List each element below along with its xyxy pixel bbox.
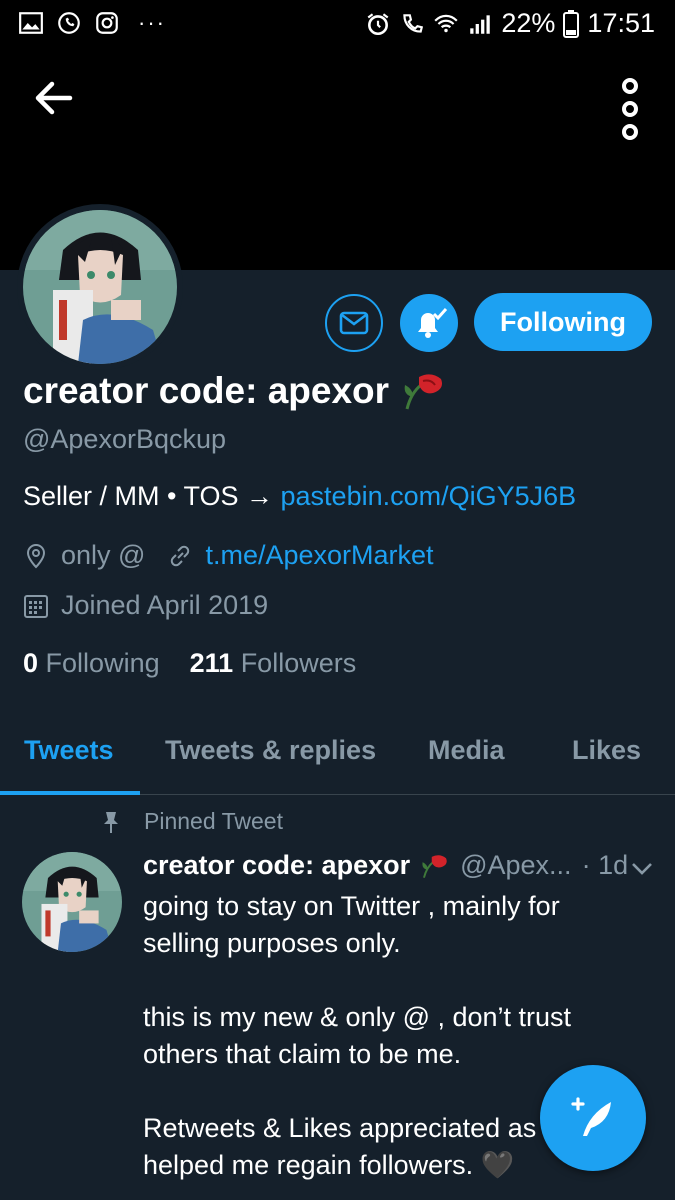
tweet-author-handle[interactable]: @Apex... xyxy=(460,850,571,881)
profile-tabs: Tweets Tweets & replies Media Likes xyxy=(0,705,675,795)
avatar-image xyxy=(23,210,177,364)
status-bar: ··· 22% 17:51 xyxy=(0,0,675,50)
pinned-text: Pinned Tweet xyxy=(144,808,283,834)
followers-label: Followers xyxy=(240,648,357,678)
compose-tweet-button[interactable] xyxy=(540,1065,646,1171)
signal-icon xyxy=(470,14,491,34)
tab-likes[interactable]: Likes xyxy=(572,735,641,766)
wilted-rose-icon xyxy=(404,374,443,410)
profile-joined: Joined April 2019 xyxy=(23,590,268,621)
tweet-body: going to stay on Twitter , mainly for se… xyxy=(143,888,613,1184)
bio-text: Seller / MM • TOS → xyxy=(23,481,281,511)
pin-icon xyxy=(104,811,118,833)
tweet-author-name[interactable]: creator code: apexor xyxy=(143,850,410,881)
followers-count-link[interactable]: 211 Followers xyxy=(190,648,357,679)
following-label: Following xyxy=(45,648,160,678)
back-arrow-icon[interactable] xyxy=(30,76,80,120)
location-pin-icon xyxy=(26,543,46,568)
profile-meta-location-website: only @ t.me/ApexorMarket xyxy=(23,540,434,571)
compose-feather-icon xyxy=(571,1097,611,1136)
following-count: 0 xyxy=(23,648,39,678)
tab-tweets[interactable]: Tweets xyxy=(24,735,114,766)
tweet-line: going to stay on Twitter , mainly for se… xyxy=(143,891,560,958)
gallery-icon xyxy=(19,12,43,34)
link-icon xyxy=(171,545,190,566)
profile-avatar[interactable] xyxy=(17,204,183,370)
tweet-header: creator code: apexor @Apex... · 1d xyxy=(143,850,663,881)
notifications-button[interactable] xyxy=(400,294,458,352)
tweet-line: helped me regain followers. 🖤 xyxy=(143,1150,515,1180)
instagram-icon xyxy=(96,12,118,34)
more-notifications-icon: ··· xyxy=(138,10,166,35)
follow-counts: 0 Following 211 Followers xyxy=(23,648,356,679)
profile-bio: Seller / MM • TOS → pastebin.com/QiGY5J6… xyxy=(23,481,576,512)
tweet-line: this is my new & only @ , don’t trust ot… xyxy=(143,1002,572,1069)
wifi-icon xyxy=(434,14,458,32)
calendar-icon xyxy=(24,594,48,618)
profile-location: only @ xyxy=(61,540,146,570)
whatsapp-icon xyxy=(58,12,80,34)
pinned-tweet-label: Pinned Tweet xyxy=(100,808,283,835)
wilted-rose-icon xyxy=(422,854,447,878)
joined-date: Joined April 2019 xyxy=(61,590,269,620)
battery-percent: 22% xyxy=(501,8,556,38)
bell-check-icon xyxy=(418,308,448,338)
bio-link[interactable]: pastebin.com/QiGY5J6B xyxy=(281,481,577,511)
profile-website[interactable]: t.me/ApexorMarket xyxy=(205,540,433,571)
profile-name-text: creator code: apexor xyxy=(23,370,390,411)
message-button[interactable] xyxy=(325,294,383,352)
tweet-time: · 1d xyxy=(581,850,629,880)
profile-name: creator code: apexor xyxy=(23,370,447,412)
alarm-icon xyxy=(367,12,389,35)
mail-icon xyxy=(339,311,369,335)
profile-handle: @ApexorBqckup xyxy=(23,424,227,454)
tab-media[interactable]: Media xyxy=(428,735,505,766)
following-count-link[interactable]: 0 Following xyxy=(23,648,160,679)
following-button[interactable]: Following xyxy=(474,293,652,351)
more-options-icon[interactable] xyxy=(615,74,645,144)
followers-count: 211 xyxy=(189,648,234,678)
clock: 17:51 xyxy=(587,8,655,38)
tab-tweets-replies[interactable]: Tweets & replies xyxy=(165,735,376,766)
battery-icon xyxy=(563,9,580,38)
chevron-down-icon[interactable] xyxy=(629,858,655,878)
wifi-call-icon xyxy=(403,13,424,33)
active-tab-indicator xyxy=(0,791,140,795)
tweet-avatar[interactable] xyxy=(22,852,122,952)
